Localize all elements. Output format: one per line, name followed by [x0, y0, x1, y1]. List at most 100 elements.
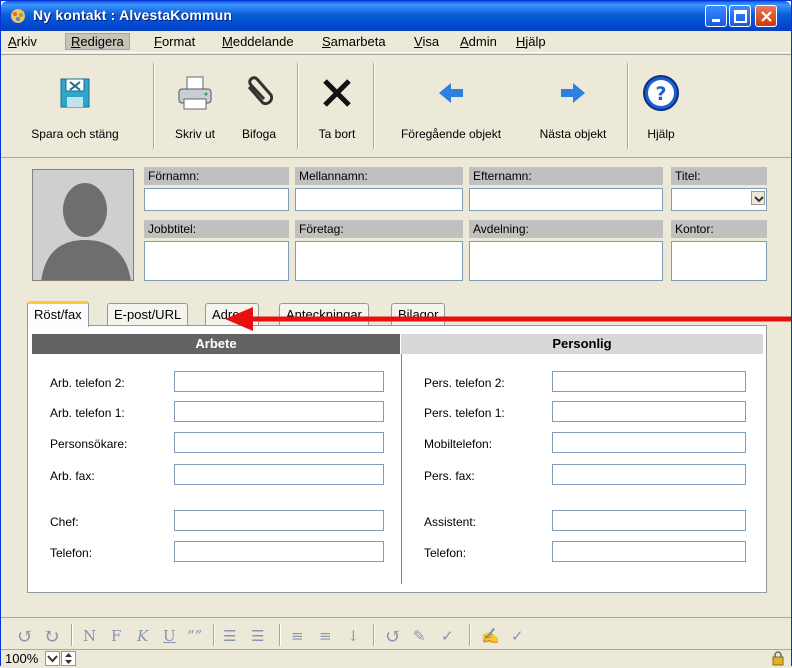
maximize-icon [734, 10, 747, 23]
menu-format[interactable]: Format [149, 34, 200, 51]
tab-epost-url[interactable]: E-post/URL [107, 303, 189, 326]
department-input[interactable] [469, 241, 663, 281]
toolbar-separator [373, 63, 375, 149]
delete-x-icon [323, 79, 351, 107]
print-label: Skriv ut [174, 127, 215, 141]
status-bar: 100% [1, 649, 791, 667]
assistant-input[interactable] [552, 510, 746, 531]
pencil-icon[interactable]: ✎ [413, 627, 426, 645]
delete-button[interactable]: Ta bort [305, 73, 369, 141]
italic-icon[interactable]: K [137, 627, 148, 645]
personal-phone2-input[interactable] [552, 371, 746, 392]
lock-icon [772, 651, 784, 666]
work-phone1-input[interactable] [174, 401, 384, 422]
underline-icon[interactable]: U [163, 627, 176, 645]
previous-item-label: Föregående objekt [400, 127, 502, 141]
chevron-down-icon[interactable] [751, 191, 765, 205]
work-fax-input[interactable] [174, 464, 384, 485]
middle-name-label: Mellannamn: [295, 167, 463, 185]
mobile-input[interactable] [552, 432, 746, 453]
job-title-input[interactable] [144, 241, 289, 281]
abc-check-icon[interactable]: ✓ [511, 627, 524, 645]
first-name-input[interactable] [144, 188, 289, 211]
tab-bilagor[interactable]: Bilagor [391, 303, 446, 326]
minimize-button[interactable] [705, 5, 727, 27]
last-name-input[interactable] [469, 188, 663, 211]
toolbar-separator [627, 63, 629, 149]
personal-fax-input[interactable] [552, 464, 746, 485]
format-separator [279, 624, 281, 646]
formatting-toolbar: ↺ ↻ N F K U “” ☰ ☰ ≡ ≡ ↓ ↺ ✎ ✓ ✍ ✓ [1, 617, 791, 649]
title-select[interactable] [671, 188, 767, 211]
minimize-icon [712, 19, 720, 22]
close-button[interactable] [755, 5, 777, 27]
assistant-label: Assistent: [424, 515, 477, 529]
tab-anteckningar[interactable]: Anteckningar [279, 303, 369, 326]
manager-phone-input[interactable] [174, 541, 384, 562]
next-item-button[interactable]: Nästa objekt [525, 73, 621, 141]
chevron-down-icon [47, 655, 58, 663]
personal-phone1-input[interactable] [552, 401, 746, 422]
bullet-list-icon[interactable]: ☰ [251, 627, 264, 645]
work-phone2-input[interactable] [174, 371, 384, 392]
help-label: Hjälp [647, 127, 675, 141]
align-left-icon[interactable]: ≡ [291, 627, 304, 645]
arrow-left-icon [439, 83, 463, 103]
attach-button[interactable]: Bifoga [231, 73, 287, 141]
redo-icon[interactable]: ↻ [43, 624, 60, 648]
previous-item-button[interactable]: Föregående objekt [381, 73, 521, 141]
middle-name-input[interactable] [295, 188, 463, 211]
menu-samarbeta[interactable]: Samarbeta [317, 34, 391, 51]
pager-input[interactable] [174, 432, 384, 453]
menu-meddelande[interactable]: Meddelande [217, 34, 299, 51]
spellcheck-icon[interactable]: ✍ [481, 627, 500, 645]
tab-rost-fax[interactable]: Röst/fax [27, 301, 89, 327]
toolbar-separator [297, 63, 299, 149]
manager-label: Chef: [50, 515, 79, 529]
menu-arkiv[interactable]: Arkiv [3, 34, 42, 51]
personal-phone1-label: Pers. telefon 1: [424, 406, 505, 420]
contact-photo[interactable] [32, 169, 134, 281]
menu-admin[interactable]: Admin [455, 34, 502, 51]
assistant-phone-input[interactable] [552, 541, 746, 562]
mobile-label: Mobiltelefon: [424, 437, 493, 451]
format-separator [469, 624, 471, 646]
spinner-icon [65, 653, 72, 664]
insert-icon[interactable]: ↓ [347, 627, 360, 645]
menu-hjalp[interactable]: Hjälp [511, 34, 551, 51]
bold-icon[interactable]: N [83, 627, 96, 645]
zoom-level: 100% [5, 651, 39, 666]
person-silhouette-icon [33, 170, 133, 280]
zoom-spinner[interactable] [61, 651, 76, 666]
company-input[interactable] [295, 241, 463, 281]
first-name-label: Förnamn: [144, 167, 289, 185]
quote-icon[interactable]: “” [187, 627, 202, 645]
link-icon[interactable]: ↺ [385, 624, 402, 648]
brush-icon[interactable]: ✓ [441, 627, 454, 645]
menu-redigera[interactable]: Redigera [65, 33, 130, 50]
zoom-dropdown[interactable] [45, 651, 60, 666]
help-button[interactable]: ? Hjälp [637, 73, 685, 141]
maximize-button[interactable] [729, 5, 751, 27]
personal-phone2-label: Pers. telefon 2: [424, 376, 505, 390]
align-center-icon[interactable]: ≡ [319, 627, 332, 645]
title-bar[interactable]: Ny kontakt : AlvestaKommun [1, 1, 791, 31]
menu-visa[interactable]: Visa [409, 34, 444, 51]
main-toolbar: Spara och stäng Skriv ut Bifoga Ta bort [1, 54, 791, 158]
format-separator [71, 624, 73, 646]
paperclip-icon [247, 76, 274, 106]
print-button[interactable]: Skriv ut [165, 73, 225, 141]
tab-adress[interactable]: Adress [205, 303, 260, 326]
format-separator [373, 624, 375, 646]
italic-f-icon[interactable]: F [111, 627, 121, 645]
delete-label: Ta bort [318, 127, 356, 141]
department-label: Avdelning: [469, 220, 663, 238]
save-close-button[interactable]: Spara och stäng [9, 73, 141, 141]
next-item-label: Nästa objekt [539, 127, 607, 141]
attach-label: Bifoga [241, 127, 277, 141]
undo-icon[interactable]: ↺ [17, 624, 34, 648]
office-input[interactable] [671, 241, 767, 281]
manager-input[interactable] [174, 510, 384, 531]
contact-window: Ny kontakt : AlvestaKommun Arkiv Rediger… [0, 0, 792, 667]
numbered-list-icon[interactable]: ☰ [223, 627, 236, 645]
